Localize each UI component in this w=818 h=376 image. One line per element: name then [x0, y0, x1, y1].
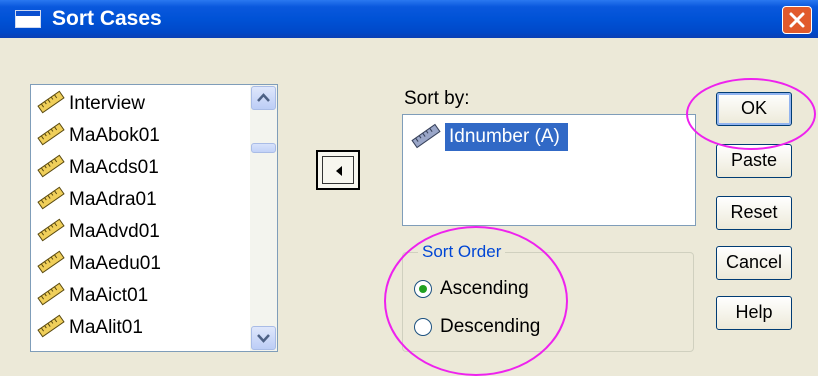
scroll-up-button[interactable]: [251, 86, 276, 110]
reset-button[interactable]: Reset: [716, 196, 792, 230]
ruler-icon: [37, 154, 65, 178]
ruler-icon: [37, 282, 65, 306]
window-icon: [15, 10, 41, 28]
variable-label: Interview: [69, 93, 146, 114]
variable-label: MaAdvd01: [69, 221, 160, 242]
close-button[interactable]: [782, 6, 812, 34]
annotation-circle-sort-order: [384, 226, 568, 376]
ruler-icon: [37, 122, 65, 146]
scroll-down-button[interactable]: [251, 326, 276, 350]
arrow-left-icon: [336, 166, 342, 176]
ruler-icon: [37, 314, 65, 338]
variable-label: MaAdra01: [69, 189, 157, 210]
annotation-circle-ok: [686, 78, 816, 150]
ruler-icon: [37, 250, 65, 274]
variable-list[interactable]: Interview MaAbok01 MaAcds01 MaAdra01 MaA…: [30, 84, 278, 352]
cancel-button[interactable]: Cancel: [716, 246, 792, 280]
variable-label: MaAlit01: [69, 317, 143, 338]
ruler-icon: [37, 218, 65, 242]
variable-list-scrollbar[interactable]: [250, 85, 277, 351]
sort-by-item-label: Idnumber (A): [445, 123, 568, 151]
scroll-thumb[interactable]: [251, 143, 276, 153]
variable-label: MaAcds01: [69, 157, 159, 178]
move-variable-button[interactable]: [316, 150, 360, 190]
title-bar[interactable]: Sort Cases: [0, 0, 818, 38]
sort-cases-dialog: Sort Cases Interview MaAbok01 MaAcds01 M…: [0, 0, 818, 376]
window-title: Sort Cases: [52, 7, 162, 30]
ruler-icon: [37, 90, 65, 114]
variable-label: MaAict01: [69, 285, 149, 306]
variable-label: MaAedu01: [69, 253, 161, 274]
ruler-icon: [411, 123, 441, 149]
close-icon: [789, 12, 805, 28]
chevron-down-icon: [257, 334, 270, 343]
chevron-up-icon: [257, 93, 270, 102]
sort-by-label: Sort by:: [404, 88, 470, 109]
help-button[interactable]: Help: [716, 296, 792, 330]
sort-by-list[interactable]: Idnumber (A): [402, 114, 696, 226]
variable-label: MaAbok01: [69, 125, 160, 146]
ruler-icon: [37, 186, 65, 210]
